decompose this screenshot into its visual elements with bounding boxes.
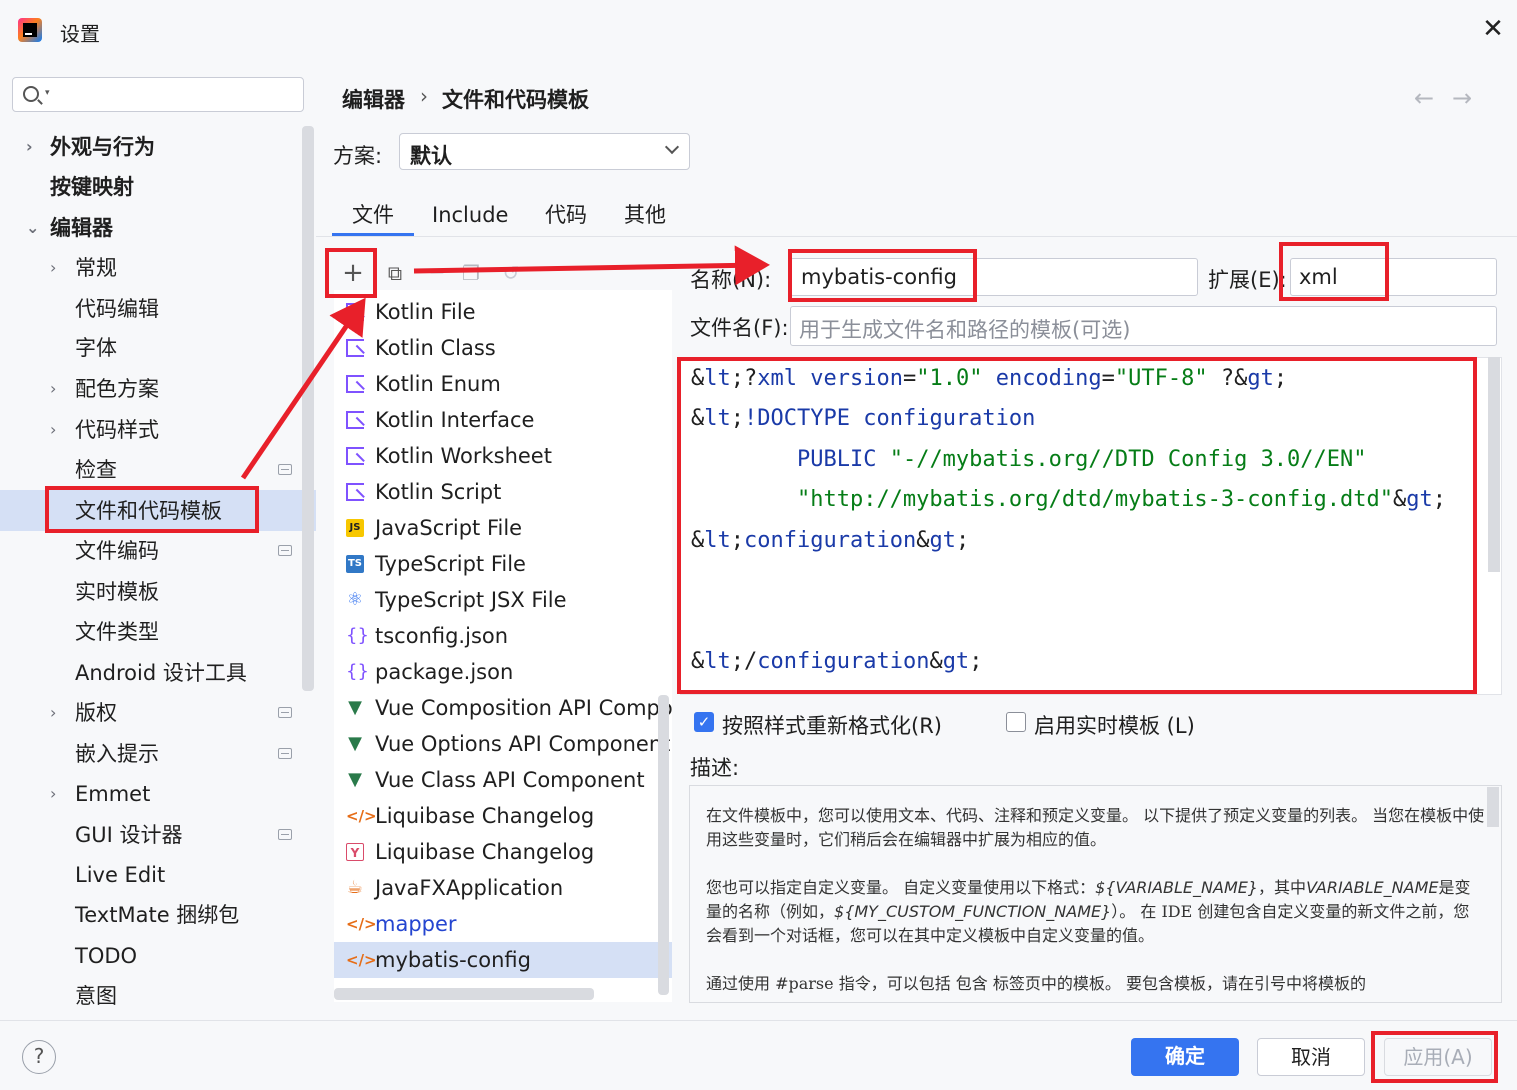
annotation-arrow [413,245,770,286]
annotation-arrow [240,297,366,480]
annotation-arrows [240,245,770,480]
